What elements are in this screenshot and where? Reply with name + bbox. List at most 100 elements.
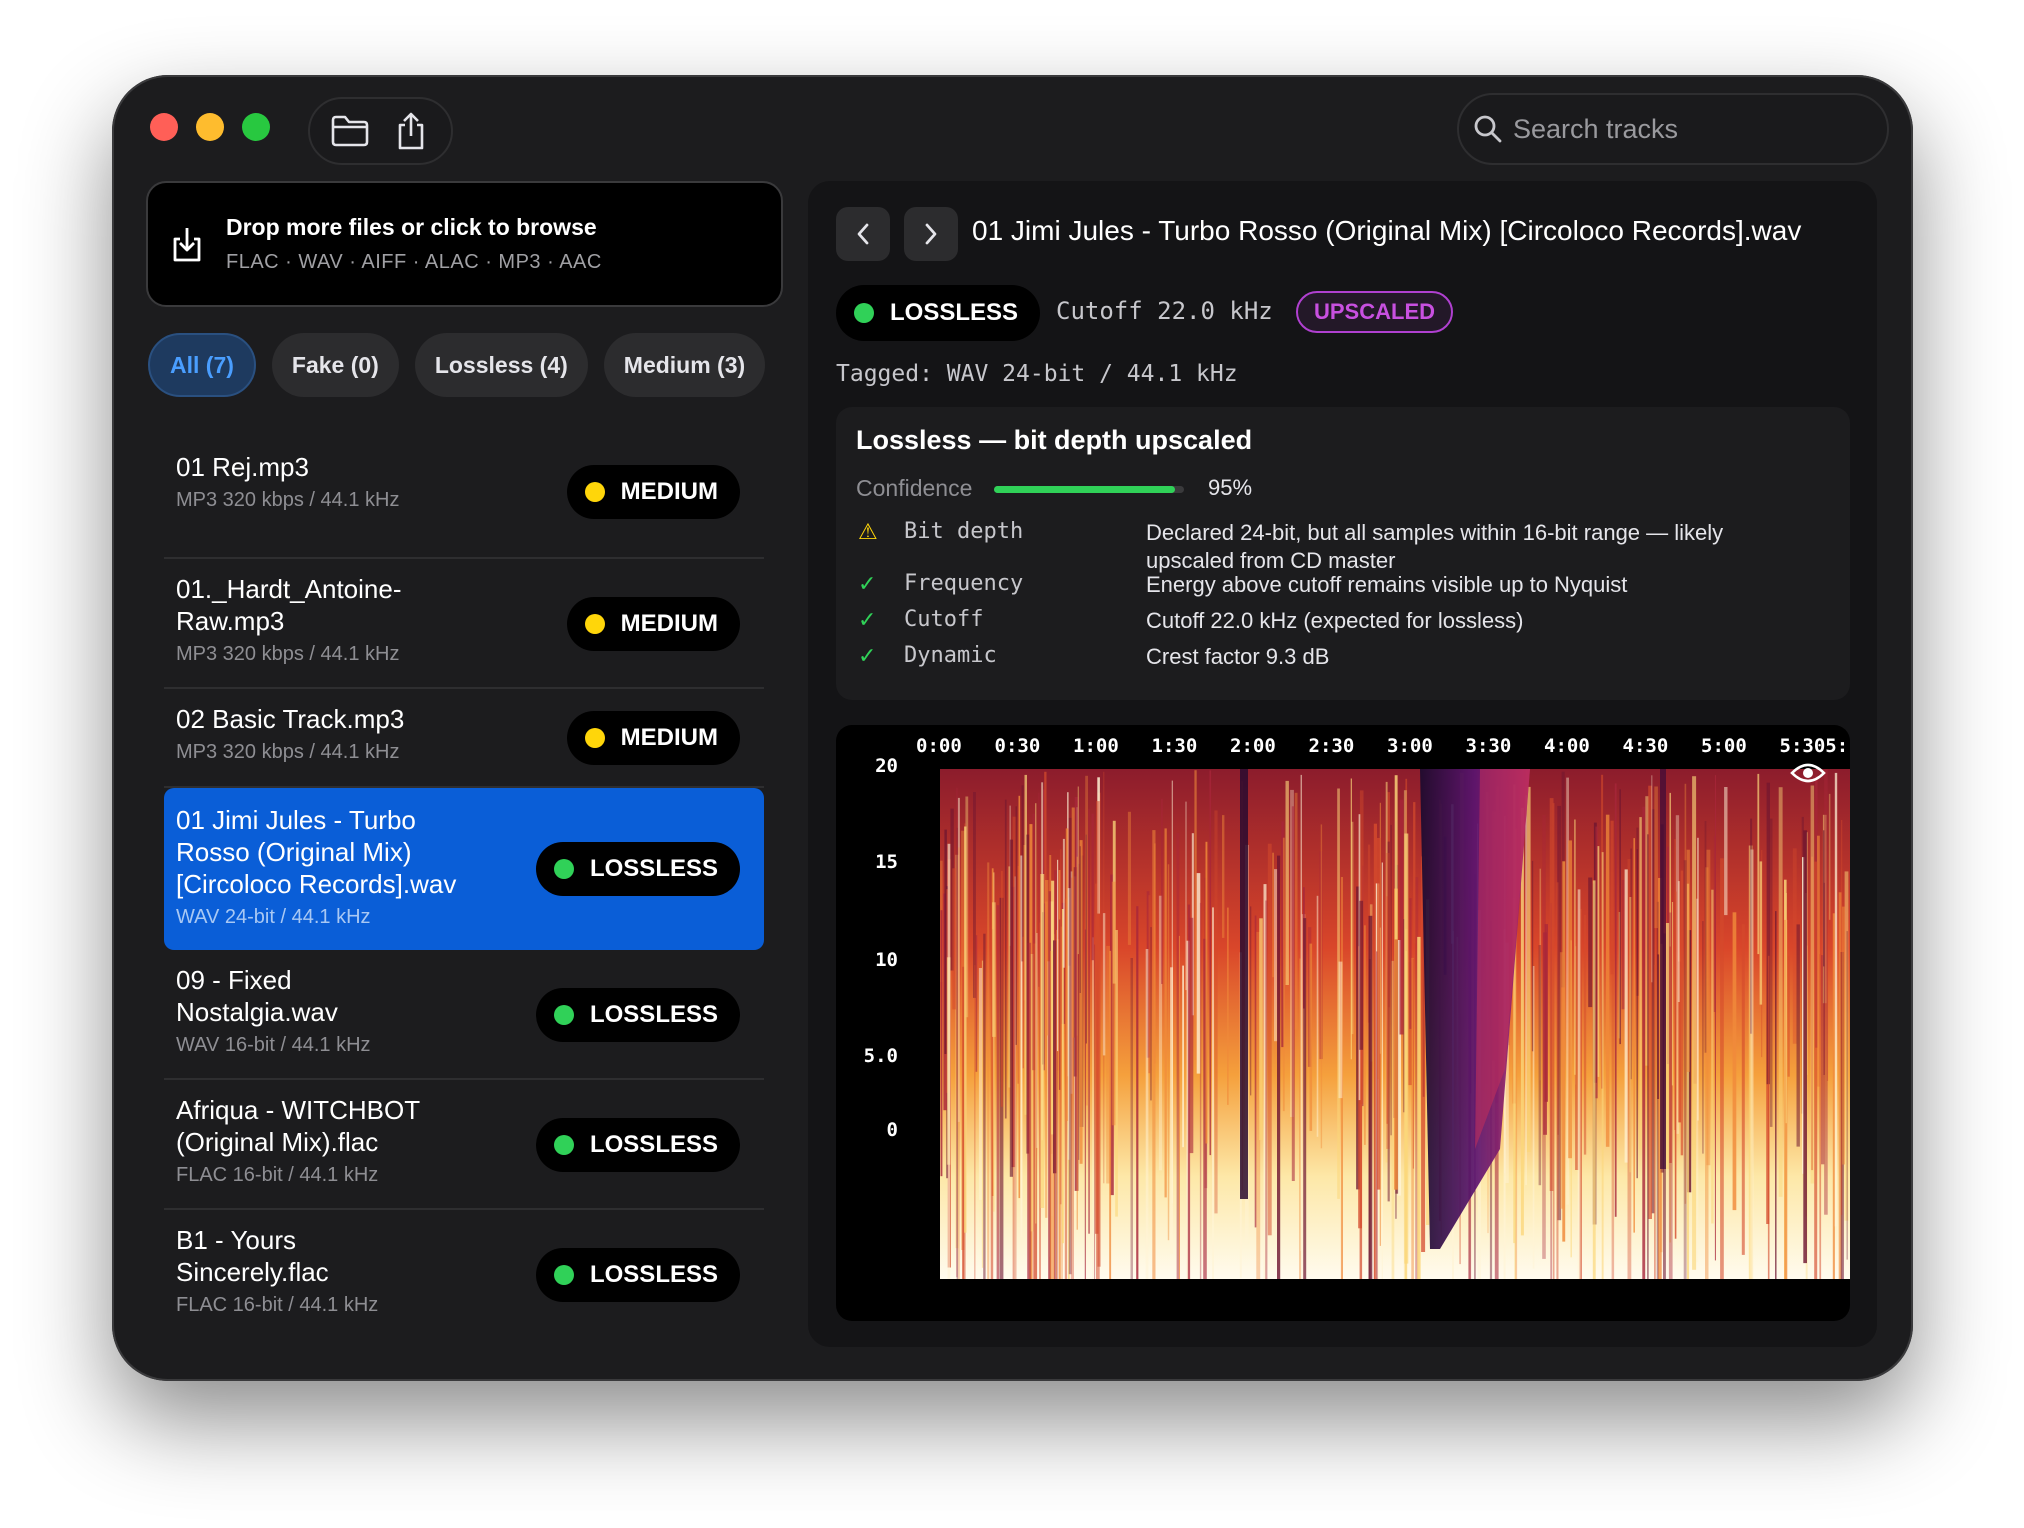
spectrogram-texture (1605, 814, 1610, 1147)
spectrogram-texture (1621, 879, 1625, 1010)
time-tick-label: 4:00 (1544, 735, 1590, 757)
spectrogram-texture (1683, 860, 1687, 1279)
spectrogram-texture (1178, 935, 1180, 1279)
check-icon: ✓ (858, 643, 877, 668)
spectrogram-texture (1823, 830, 1825, 967)
spectrogram-texture (1145, 949, 1149, 1279)
spectrogram-texture (1792, 848, 1797, 1044)
verdict-label: LOSSLESS (890, 299, 1019, 326)
spectrogram-texture (1359, 900, 1364, 1050)
spectrogram-texture (1171, 780, 1173, 1204)
spectrogram-texture (1259, 918, 1263, 1141)
spectrogram-texture (1018, 795, 1021, 1199)
track-row[interactable]: Afriqua - WITCHBOT (Original Mix).flac F… (164, 1080, 764, 1210)
spectrogram-texture (1767, 955, 1770, 1279)
back-button[interactable] (836, 207, 890, 261)
frequency-tick-label: 0 (886, 1119, 898, 1141)
spectrogram-texture (1610, 820, 1614, 975)
spectrogram-texture (1040, 874, 1045, 1208)
filter-all[interactable]: All (7) (148, 333, 256, 397)
spectrogram-texture (1819, 954, 1822, 1279)
spectrogram-texture (1769, 818, 1773, 1127)
forward-button[interactable] (904, 207, 958, 261)
spectrogram-texture (1787, 955, 1790, 1077)
spectrogram-texture (1394, 775, 1398, 940)
spectrogram: 0:00 0:30 1:00 1:30 2:00 2:30 3:00 3:30 4:00 4:30… (836, 725, 1850, 1321)
spectrogram-texture (1757, 773, 1760, 955)
toggle-view-button[interactable] (1786, 751, 1830, 795)
filter-medium[interactable]: Medium (3) (603, 333, 766, 397)
spectrogram-texture (1642, 806, 1646, 1279)
spectrogram-texture (1803, 830, 1807, 1264)
spectrogram-texture (1702, 921, 1704, 1154)
spectrogram-texture (1088, 808, 1090, 1234)
spectrogram-texture (1254, 915, 1257, 1228)
spectrogram-texture (1595, 826, 1598, 1099)
time-tick-label: 3:30 (1465, 735, 1512, 757)
spectrogram-texture (1601, 852, 1604, 1279)
spectrogram-texture (947, 843, 951, 1279)
spectrogram-texture (1386, 896, 1388, 1124)
lossless-status-dot (854, 303, 874, 323)
zoom-window-button[interactable] (242, 113, 270, 141)
detail-panel: 01 Jimi Jules - Turbo Rosso (Original Mi… (808, 181, 1877, 1347)
spectrogram-texture (983, 933, 986, 1279)
spectrogram-texture (1381, 862, 1383, 1279)
spectrogram-texture (956, 787, 958, 1278)
spectrogram-texture (1196, 873, 1201, 1074)
verdict-label: MEDIUM (620, 478, 718, 505)
track-row[interactable]: B1 - Yours Sincerely.flac FLAC 16-bit / … (164, 1210, 764, 1340)
search-field[interactable] (1457, 93, 1889, 165)
open-folder-button[interactable] (324, 105, 376, 157)
spectrogram-texture (1265, 900, 1268, 1279)
filter-fake[interactable]: Fake (0) (271, 333, 399, 397)
search-input[interactable] (1513, 113, 1883, 145)
verdict-badge: MEDIUM (566, 465, 740, 519)
spectrogram-texture (1176, 832, 1180, 1279)
filter-lossless[interactable]: Lossless (4) (414, 333, 588, 397)
spectrogram-texture (1413, 802, 1416, 944)
spectrogram-texture (1810, 785, 1815, 1184)
spectrogram-texture (1079, 846, 1081, 993)
track-row[interactable]: 02 Basic Track.mp3 MP3 320 kbps / 44.1 k… (164, 689, 764, 788)
chevron-right-icon (925, 223, 937, 245)
spectrogram-texture (1775, 911, 1777, 1279)
spectrogram-texture (978, 968, 982, 1200)
verdict-label: LOSSLESS (589, 1131, 718, 1158)
spectrogram-texture (962, 966, 965, 1279)
share-button[interactable] (385, 105, 437, 157)
spectrogram-texture (1182, 965, 1184, 1148)
spectrogram-texture (1562, 861, 1566, 1242)
close-window-button[interactable] (150, 113, 178, 141)
track-row[interactable]: 09 - Fixed Nostalgia.wav WAV 16-bit / 44… (164, 950, 764, 1080)
minimize-window-button[interactable] (196, 113, 224, 141)
spectrogram-texture (1022, 936, 1024, 1069)
spectrogram-texture (1574, 819, 1576, 1075)
spectrogram-plot[interactable] (940, 769, 1850, 1279)
lossless-status-dot (553, 859, 574, 879)
medium-status-dot (584, 482, 605, 502)
upscaled-tag: UPSCALED (1296, 291, 1454, 333)
spectrogram-texture (1844, 871, 1849, 1221)
dropzone-formats: FLAC · WAV · AIFF · ALAC · MP3 · AAC (226, 251, 602, 273)
spectrogram-texture (1309, 943, 1313, 1131)
verdict-badge: LOSSLESS (535, 988, 740, 1042)
spectrogram-texture (1167, 864, 1170, 1241)
lossless-status-dot (553, 1265, 574, 1285)
frequency-tick-label: 10 (875, 949, 898, 971)
track-row[interactable]: 01._Hardt_Antoine- Raw.mp3 MP3 320 kbps … (164, 559, 764, 689)
spectrogram-texture (1015, 806, 1017, 1045)
dropzone[interactable]: Drop more files or click to browse FLAC … (146, 181, 783, 307)
spectrogram-texture (1778, 787, 1783, 1197)
spectrogram-texture (1274, 869, 1278, 1042)
spectrogram-texture (1272, 852, 1274, 978)
check-icon: ✓ (858, 607, 877, 632)
frequency-tick-label: 5.0 (863, 1045, 898, 1067)
spectrogram-texture (1674, 891, 1677, 1239)
spectrogram-texture (1525, 795, 1527, 1185)
spectrogram-texture (1704, 821, 1707, 1053)
verdict-label: LOSSLESS (589, 1261, 718, 1288)
spectrogram-texture (974, 965, 976, 1279)
track-row-selected[interactable]: 01 Jimi Jules - Turbo Rosso (Original Mi… (164, 788, 764, 950)
track-row[interactable]: 01 Rej.mp3 MP3 320 kbps / 44.1 kHz MEDIU… (164, 443, 764, 559)
